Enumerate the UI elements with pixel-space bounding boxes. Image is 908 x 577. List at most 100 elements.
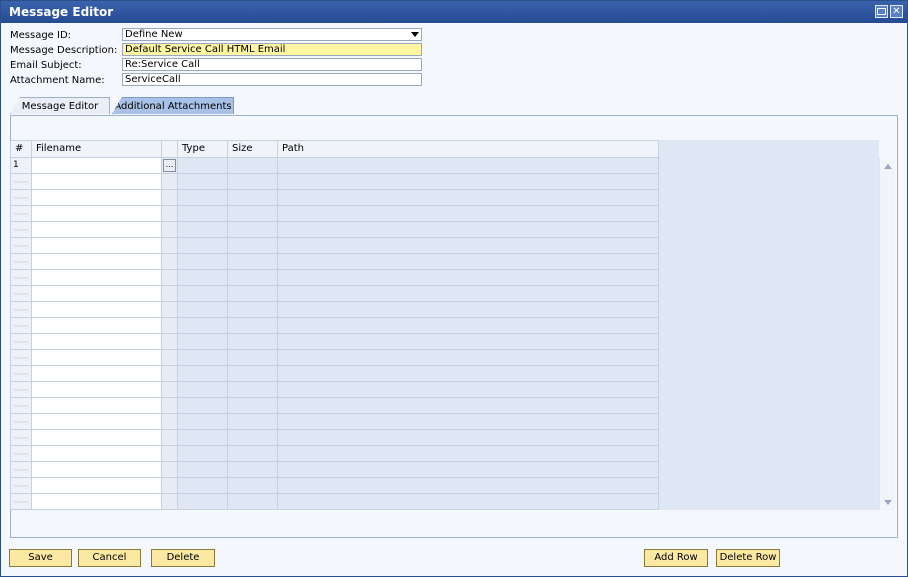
- row-gripper: [14, 325, 29, 327]
- row-number-cell[interactable]: [11, 238, 32, 254]
- column-header-filename[interactable]: Filename: [32, 140, 162, 158]
- column-header-type[interactable]: Type: [178, 140, 228, 158]
- column-header-size[interactable]: Size: [228, 140, 278, 158]
- table-row[interactable]: [11, 318, 659, 334]
- table-row[interactable]: [11, 350, 659, 366]
- row-number-cell[interactable]: [11, 430, 32, 446]
- filename-cell[interactable]: [32, 270, 162, 286]
- table-row[interactable]: [11, 254, 659, 270]
- row-number-cell[interactable]: [11, 414, 32, 430]
- filename-cell[interactable]: [32, 478, 162, 494]
- size-cell: [228, 462, 278, 478]
- table-row[interactable]: [11, 206, 659, 222]
- table-row[interactable]: [11, 430, 659, 446]
- row-number-cell[interactable]: [11, 206, 32, 222]
- row-number-cell[interactable]: [11, 382, 32, 398]
- column-header-path[interactable]: Path: [278, 140, 659, 158]
- filename-cell[interactable]: [32, 222, 162, 238]
- row-number-cell[interactable]: [11, 174, 32, 190]
- close-button[interactable]: ✕: [890, 5, 903, 18]
- filename-cell[interactable]: [32, 366, 162, 382]
- table-row[interactable]: [11, 366, 659, 382]
- filename-cell[interactable]: [32, 334, 162, 350]
- filename-cell[interactable]: [32, 206, 162, 222]
- filename-cell[interactable]: [32, 158, 162, 174]
- table-row[interactable]: [11, 494, 659, 510]
- row-number-cell[interactable]: [11, 254, 32, 270]
- scroll-up-arrow-icon[interactable]: [884, 164, 892, 169]
- table-row[interactable]: [11, 462, 659, 478]
- filename-cell[interactable]: [32, 302, 162, 318]
- browse-cell: [162, 446, 178, 462]
- row-number-cell[interactable]: [11, 398, 32, 414]
- table-row[interactable]: 1...: [11, 158, 659, 174]
- row-number-cell[interactable]: [11, 302, 32, 318]
- browse-cell: [162, 302, 178, 318]
- filename-cell[interactable]: [32, 174, 162, 190]
- cancel-button[interactable]: Cancel: [78, 549, 141, 567]
- row-number-cell[interactable]: [11, 478, 32, 494]
- row-gripper: [14, 469, 29, 471]
- tab-message-editor[interactable]: Message Editor: [10, 97, 110, 114]
- table-row[interactable]: [11, 238, 659, 254]
- message-description-field[interactable]: Default Service Call HTML Email: [122, 43, 422, 56]
- table-row[interactable]: [11, 478, 659, 494]
- table-row[interactable]: [11, 302, 659, 318]
- filename-cell[interactable]: [32, 446, 162, 462]
- size-cell: [228, 174, 278, 190]
- table-row[interactable]: [11, 174, 659, 190]
- message-id-dropdown[interactable]: Define New: [122, 28, 422, 41]
- row-number-cell[interactable]: [11, 318, 32, 334]
- filename-cell[interactable]: [32, 350, 162, 366]
- attachment-name-field[interactable]: ServiceCall: [122, 73, 422, 86]
- delete-button[interactable]: Delete: [151, 549, 215, 567]
- size-cell: [228, 350, 278, 366]
- browse-cell: [162, 238, 178, 254]
- email-subject-field[interactable]: Re:Service Call: [122, 58, 422, 71]
- filename-cell[interactable]: [32, 430, 162, 446]
- add-row-button[interactable]: Add Row: [644, 549, 708, 567]
- row-number-cell[interactable]: [11, 462, 32, 478]
- minimize-button[interactable]: [875, 5, 888, 18]
- scroll-down-arrow-icon[interactable]: [884, 500, 892, 505]
- filename-cell[interactable]: [32, 414, 162, 430]
- filename-cell[interactable]: [32, 190, 162, 206]
- row-number-cell[interactable]: [11, 222, 32, 238]
- table-row[interactable]: [11, 286, 659, 302]
- column-header-number[interactable]: #: [11, 140, 32, 158]
- row-number-cell[interactable]: [11, 286, 32, 302]
- grid-vertical-scrollbar[interactable]: [879, 159, 895, 510]
- table-row[interactable]: [11, 334, 659, 350]
- table-row[interactable]: [11, 222, 659, 238]
- row-number-cell[interactable]: [11, 334, 32, 350]
- table-row[interactable]: [11, 414, 659, 430]
- table-row[interactable]: [11, 190, 659, 206]
- dropdown-arrow-icon[interactable]: [411, 32, 419, 37]
- filename-cell[interactable]: [32, 398, 162, 414]
- row-number-cell[interactable]: [11, 446, 32, 462]
- row-number-cell[interactable]: [11, 270, 32, 286]
- table-row[interactable]: [11, 446, 659, 462]
- table-row[interactable]: [11, 398, 659, 414]
- filename-cell[interactable]: [32, 286, 162, 302]
- filename-cell[interactable]: [32, 238, 162, 254]
- size-cell: [228, 222, 278, 238]
- save-button[interactable]: Save: [9, 549, 72, 567]
- browse-button[interactable]: ...: [163, 159, 176, 172]
- table-row[interactable]: [11, 270, 659, 286]
- row-number-cell[interactable]: 1: [11, 158, 32, 174]
- row-number-cell[interactable]: [11, 494, 32, 510]
- filename-cell[interactable]: [32, 382, 162, 398]
- title-bar[interactable]: Message Editor ✕: [1, 1, 907, 23]
- delete-row-button[interactable]: Delete Row: [716, 549, 780, 567]
- filename-cell[interactable]: [32, 318, 162, 334]
- row-number-cell[interactable]: [11, 190, 32, 206]
- filename-cell[interactable]: [32, 462, 162, 478]
- row-number-cell[interactable]: [11, 366, 32, 382]
- table-row[interactable]: [11, 382, 659, 398]
- filename-cell[interactable]: [32, 254, 162, 270]
- browse-cell: [162, 350, 178, 366]
- row-number-cell[interactable]: [11, 350, 32, 366]
- filename-cell[interactable]: [32, 494, 162, 510]
- tab-additional-attachments[interactable]: Additional Attachments: [112, 97, 234, 114]
